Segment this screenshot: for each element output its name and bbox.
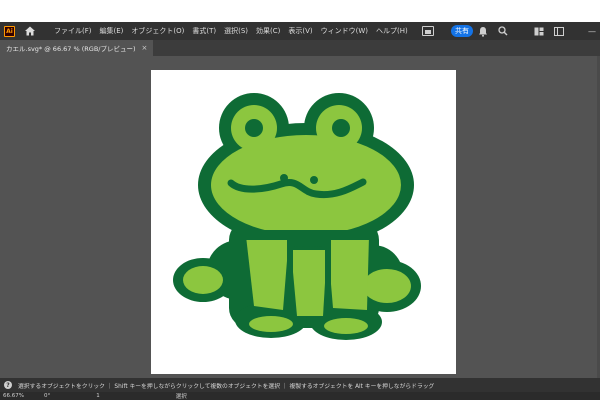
frog-right-nostril (310, 176, 318, 184)
bottom-bar: 66.67% 0° 1 選択 (0, 392, 600, 400)
menu-type[interactable]: 書式(T) (192, 26, 216, 36)
arrange-documents-icon[interactable] (421, 26, 434, 36)
canvas-workspace[interactable] (0, 56, 600, 378)
frog-right-eye (332, 119, 350, 137)
zoom-level[interactable]: 66.67% (3, 393, 24, 399)
menu-bar: Ai ファイル(F) 編集(E) オブジェクト(O) 書式(T) 選択(S) 効… (0, 22, 600, 40)
menu-select[interactable]: 選択(S) (224, 26, 248, 36)
menu-help[interactable]: ヘルプ(H) (376, 26, 408, 36)
share-button[interactable]: 共有 (451, 25, 473, 37)
screen-top-strip (0, 0, 600, 22)
rotation-value[interactable]: 0° (44, 393, 50, 399)
menu-edit[interactable]: 編集(E) (100, 26, 124, 36)
document-tab-bar: カエル.svg* @ 66.67 % (RGB/プレビュー) × (0, 40, 600, 56)
help-icon[interactable]: ? (4, 381, 12, 389)
current-tool-label: 選択 (175, 394, 187, 400)
panel-icon[interactable] (554, 26, 564, 36)
artboard-index[interactable]: 1 (96, 393, 100, 399)
menu-object[interactable]: オブジェクト(O) (131, 26, 184, 36)
home-icon[interactable] (24, 25, 36, 37)
document-tab-label: カエル.svg* @ 66.67 % (RGB/プレビュー) (6, 45, 136, 53)
status-bar: ? 選択するオブジェクトをクリック ｜ Shift キーを押しながらクリックして… (0, 378, 600, 392)
artboard[interactable] (151, 70, 456, 374)
search-icon[interactable] (498, 26, 508, 36)
close-tab-icon[interactable]: × (142, 44, 148, 52)
menu-window[interactable]: ウィンドウ(W) (321, 26, 368, 36)
workspace-icon[interactable] (534, 27, 544, 36)
notification-bell-icon[interactable] (478, 26, 488, 37)
frog-left-eye (245, 119, 263, 137)
status-message: 選択するオブジェクトをクリック ｜ Shift キーを押しながらクリックして複数… (18, 383, 435, 390)
app-logo: Ai (4, 25, 15, 37)
menu-file[interactable]: ファイル(F) (54, 26, 92, 36)
document-tab[interactable]: カエル.svg* @ 66.67 % (RGB/プレビュー) × (0, 40, 154, 56)
menu-effect[interactable]: 効果(C) (256, 26, 280, 36)
minimize-button[interactable]: — (588, 27, 596, 36)
menu-view[interactable]: 表示(V) (288, 26, 312, 36)
frog-illustration[interactable] (151, 70, 456, 374)
